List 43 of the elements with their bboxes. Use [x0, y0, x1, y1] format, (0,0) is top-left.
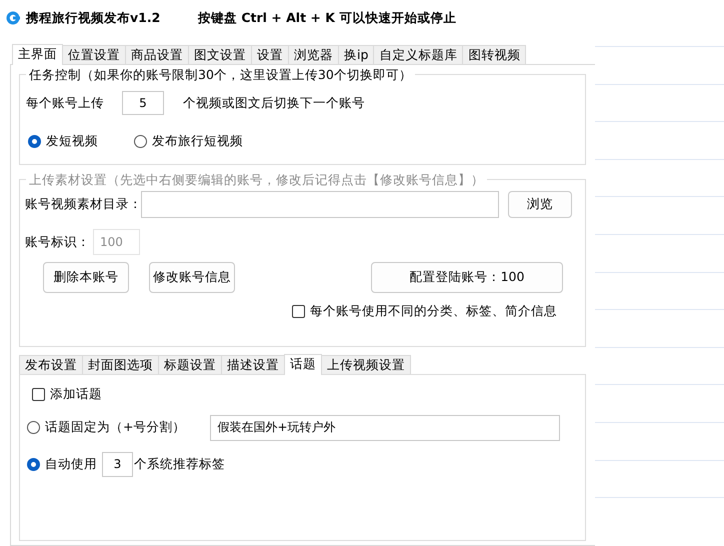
account-button[interactable]: 删除本账号 [43, 262, 129, 293]
topic-field[interactable]: 假装在国外+玩转户外 [210, 414, 560, 441]
checkbox-label: 添加话题 [50, 385, 102, 403]
browse-button[interactable]: 浏览 [508, 191, 572, 218]
tab[interactable]: 标题设置 [158, 355, 222, 374]
window-title: 携程旅行视频发布v1.2 [26, 8, 162, 27]
tab[interactable]: 设置 [251, 45, 289, 64]
tab[interactable]: 自定义标题库 [373, 45, 464, 64]
tab[interactable]: 发布设置 [19, 355, 83, 374]
radio-label: 话题固定为（+号分割） [45, 418, 186, 436]
directory-field[interactable] [141, 191, 499, 218]
radio-button[interactable] [28, 134, 41, 148]
tab[interactable]: 换ip [338, 45, 374, 64]
upload-suffix-label: 个视频或图文后切换下一个账号 [183, 94, 365, 112]
directory-label: 账号视频素材目录： [25, 195, 141, 214]
count-field[interactable]: 3 [102, 452, 133, 477]
tab[interactable]: 图转视频 [462, 45, 526, 64]
radio-button[interactable] [134, 134, 147, 148]
radio-label: 发布旅行短视频 [152, 132, 243, 150]
tab[interactable]: 封面图选项 [82, 355, 159, 374]
config-account-button[interactable]: 配置登陆账号：100 [371, 262, 563, 293]
account-id-label: 账号标识： [25, 232, 91, 251]
radio-button[interactable] [27, 458, 40, 471]
app-logo-icon [6, 11, 20, 25]
upload-count-field[interactable]: 5 [122, 91, 164, 115]
tab[interactable]: 位置设置 [62, 45, 126, 64]
tab[interactable]: 商品设置 [125, 45, 189, 64]
checkbox-label: 每个账号使用不同的分类、标签、简介信息 [310, 302, 557, 320]
upload-label: 每个账号上传 [26, 94, 105, 112]
radio-button[interactable] [27, 421, 40, 434]
checkbox[interactable] [292, 304, 305, 318]
tab[interactable]: 话题 [284, 354, 322, 375]
radio-label: 自动使用 [45, 454, 97, 473]
account-button[interactable]: 修改账号信息 [149, 262, 235, 293]
tab[interactable]: 浏览器 [288, 45, 339, 64]
radio-label: 发短视频 [46, 132, 98, 150]
count-suffix-label: 个系统推荐标签 [134, 454, 225, 473]
tab[interactable]: 描述设置 [221, 355, 285, 374]
checkbox[interactable] [32, 388, 45, 401]
tab[interactable]: 主界面 [12, 44, 63, 65]
tab[interactable]: 图文设置 [188, 45, 252, 64]
tab[interactable]: 上传视频设置 [321, 355, 411, 374]
hotkey-hint: 按键盘 Ctrl + Alt + K 可以快速开始或停止 [198, 8, 456, 27]
